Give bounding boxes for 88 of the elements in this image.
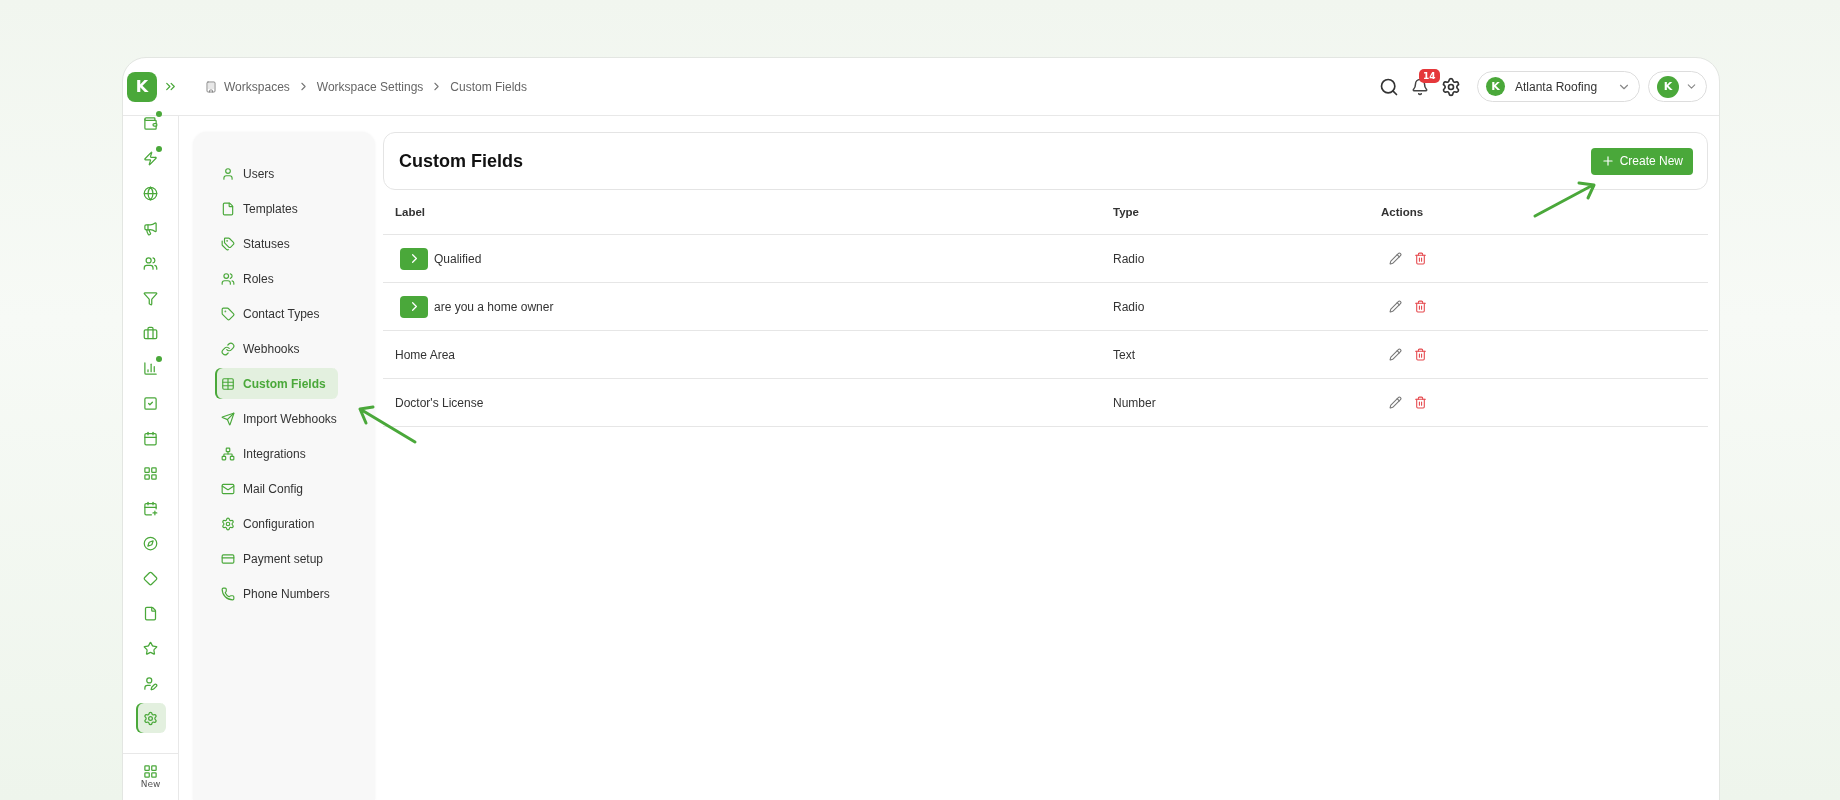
pencil-icon [1389, 252, 1402, 265]
bar-chart-icon [143, 360, 158, 376]
settings-menu-item[interactable]: Payment setup [215, 543, 338, 574]
delete-button[interactable] [1414, 252, 1427, 265]
settings-menu-item[interactable]: Roles [215, 263, 338, 294]
grid-icon [143, 465, 158, 481]
table-cell-text: Radio [1113, 251, 1146, 266]
settings-menu-item[interactable]: Integrations [215, 438, 338, 469]
delete-button[interactable] [1414, 300, 1427, 313]
settings-menu-item[interactable]: Configuration [215, 508, 338, 539]
table-cell: Home Area [395, 347, 456, 362]
column-header: Type [1113, 206, 1140, 218]
breadcrumb-link[interactable]: Workspaces [224, 79, 290, 94]
edit-button[interactable] [1389, 396, 1402, 409]
mail-icon [221, 481, 235, 496]
table-cell: Doctor's License [395, 395, 484, 410]
pencil-icon [1389, 348, 1402, 361]
settings-icon[interactable] [1441, 76, 1461, 97]
edit-button[interactable] [1389, 348, 1402, 361]
settings-menu-item[interactable]: Statuses [215, 228, 338, 259]
pencil-icon [1389, 300, 1402, 313]
edit-button[interactable] [1389, 300, 1402, 313]
settings-menu-item[interactable]: Templates [215, 193, 338, 224]
link-icon [221, 341, 235, 356]
delete-button[interactable] [1414, 396, 1427, 409]
new-label[interactable]: New [140, 779, 161, 789]
send-icon [221, 411, 235, 426]
compass-icon [143, 535, 158, 551]
bell-icon[interactable] [1411, 77, 1429, 96]
credit-card-icon [221, 551, 235, 566]
table-cell: Qualified [434, 251, 482, 266]
table-cell: are you a home owner [434, 299, 554, 314]
megaphone-icon [143, 220, 158, 236]
expand-row-button[interactable] [400, 295, 428, 318]
lightning-icon [143, 150, 158, 166]
breadcrumb-link[interactable]: Workspace Settings [316, 79, 424, 94]
column-header: Label [395, 206, 427, 218]
search-icon[interactable] [1379, 76, 1399, 97]
funnel-icon [143, 290, 158, 306]
trash-icon [1414, 348, 1427, 361]
notification-badge: 14 [1419, 68, 1440, 83]
annotation-arrow [357, 405, 417, 444]
building-icon [205, 80, 217, 93]
document-icon [143, 605, 158, 621]
globe-icon [143, 185, 158, 201]
phone-icon [221, 586, 235, 601]
trash-icon [1414, 252, 1427, 265]
people-icon [221, 271, 235, 286]
diamond-icon [143, 570, 158, 586]
trash-icon [1414, 396, 1427, 409]
expand-row-button[interactable] [400, 247, 428, 270]
pencil-icon [1389, 396, 1402, 409]
people-icon [143, 255, 158, 271]
checkbox-icon [143, 395, 158, 411]
tag-icon [221, 306, 235, 321]
wallet-icon [143, 115, 158, 131]
star-icon [143, 640, 158, 656]
edit-button[interactable] [1389, 252, 1402, 265]
table-cell-text: Radio [1113, 299, 1146, 314]
annotation-arrow [1533, 181, 1597, 218]
settings-menu-item[interactable]: Mail Config [215, 473, 338, 504]
user-edit-icon [143, 675, 158, 691]
settings-menu-item[interactable]: Import Webhooks [215, 403, 338, 434]
trash-icon [1414, 300, 1427, 313]
plus-icon [1600, 154, 1615, 168]
sidebar-nav-button[interactable] [135, 703, 166, 733]
grid-icon[interactable] [143, 764, 158, 779]
calendar-icon [143, 430, 158, 446]
table-cell-text: Number [1113, 395, 1157, 410]
calendar-plus-icon [143, 500, 158, 516]
settings-menu-item[interactable]: Phone Numbers [215, 578, 338, 609]
tags-icon [221, 236, 235, 251]
settings-menu-item[interactable]: Users [215, 158, 338, 189]
network-icon [221, 446, 235, 461]
workspace-logo: K [1486, 77, 1505, 96]
avatar: K [1657, 75, 1679, 98]
user-icon [221, 166, 235, 181]
delete-button[interactable] [1414, 348, 1427, 361]
settings-icon [143, 710, 158, 726]
settings-menu-item[interactable]: Webhooks [215, 333, 338, 364]
briefcase-icon [143, 325, 158, 341]
page-title: Custom Fields [399, 150, 523, 172]
settings-menu-item[interactable]: Contact Types [215, 298, 338, 329]
settings-icon [221, 516, 235, 531]
column-header: Actions [1381, 206, 1425, 218]
document-icon [221, 201, 235, 216]
table-icon [221, 376, 235, 391]
table-cell-text: Text [1113, 347, 1136, 362]
